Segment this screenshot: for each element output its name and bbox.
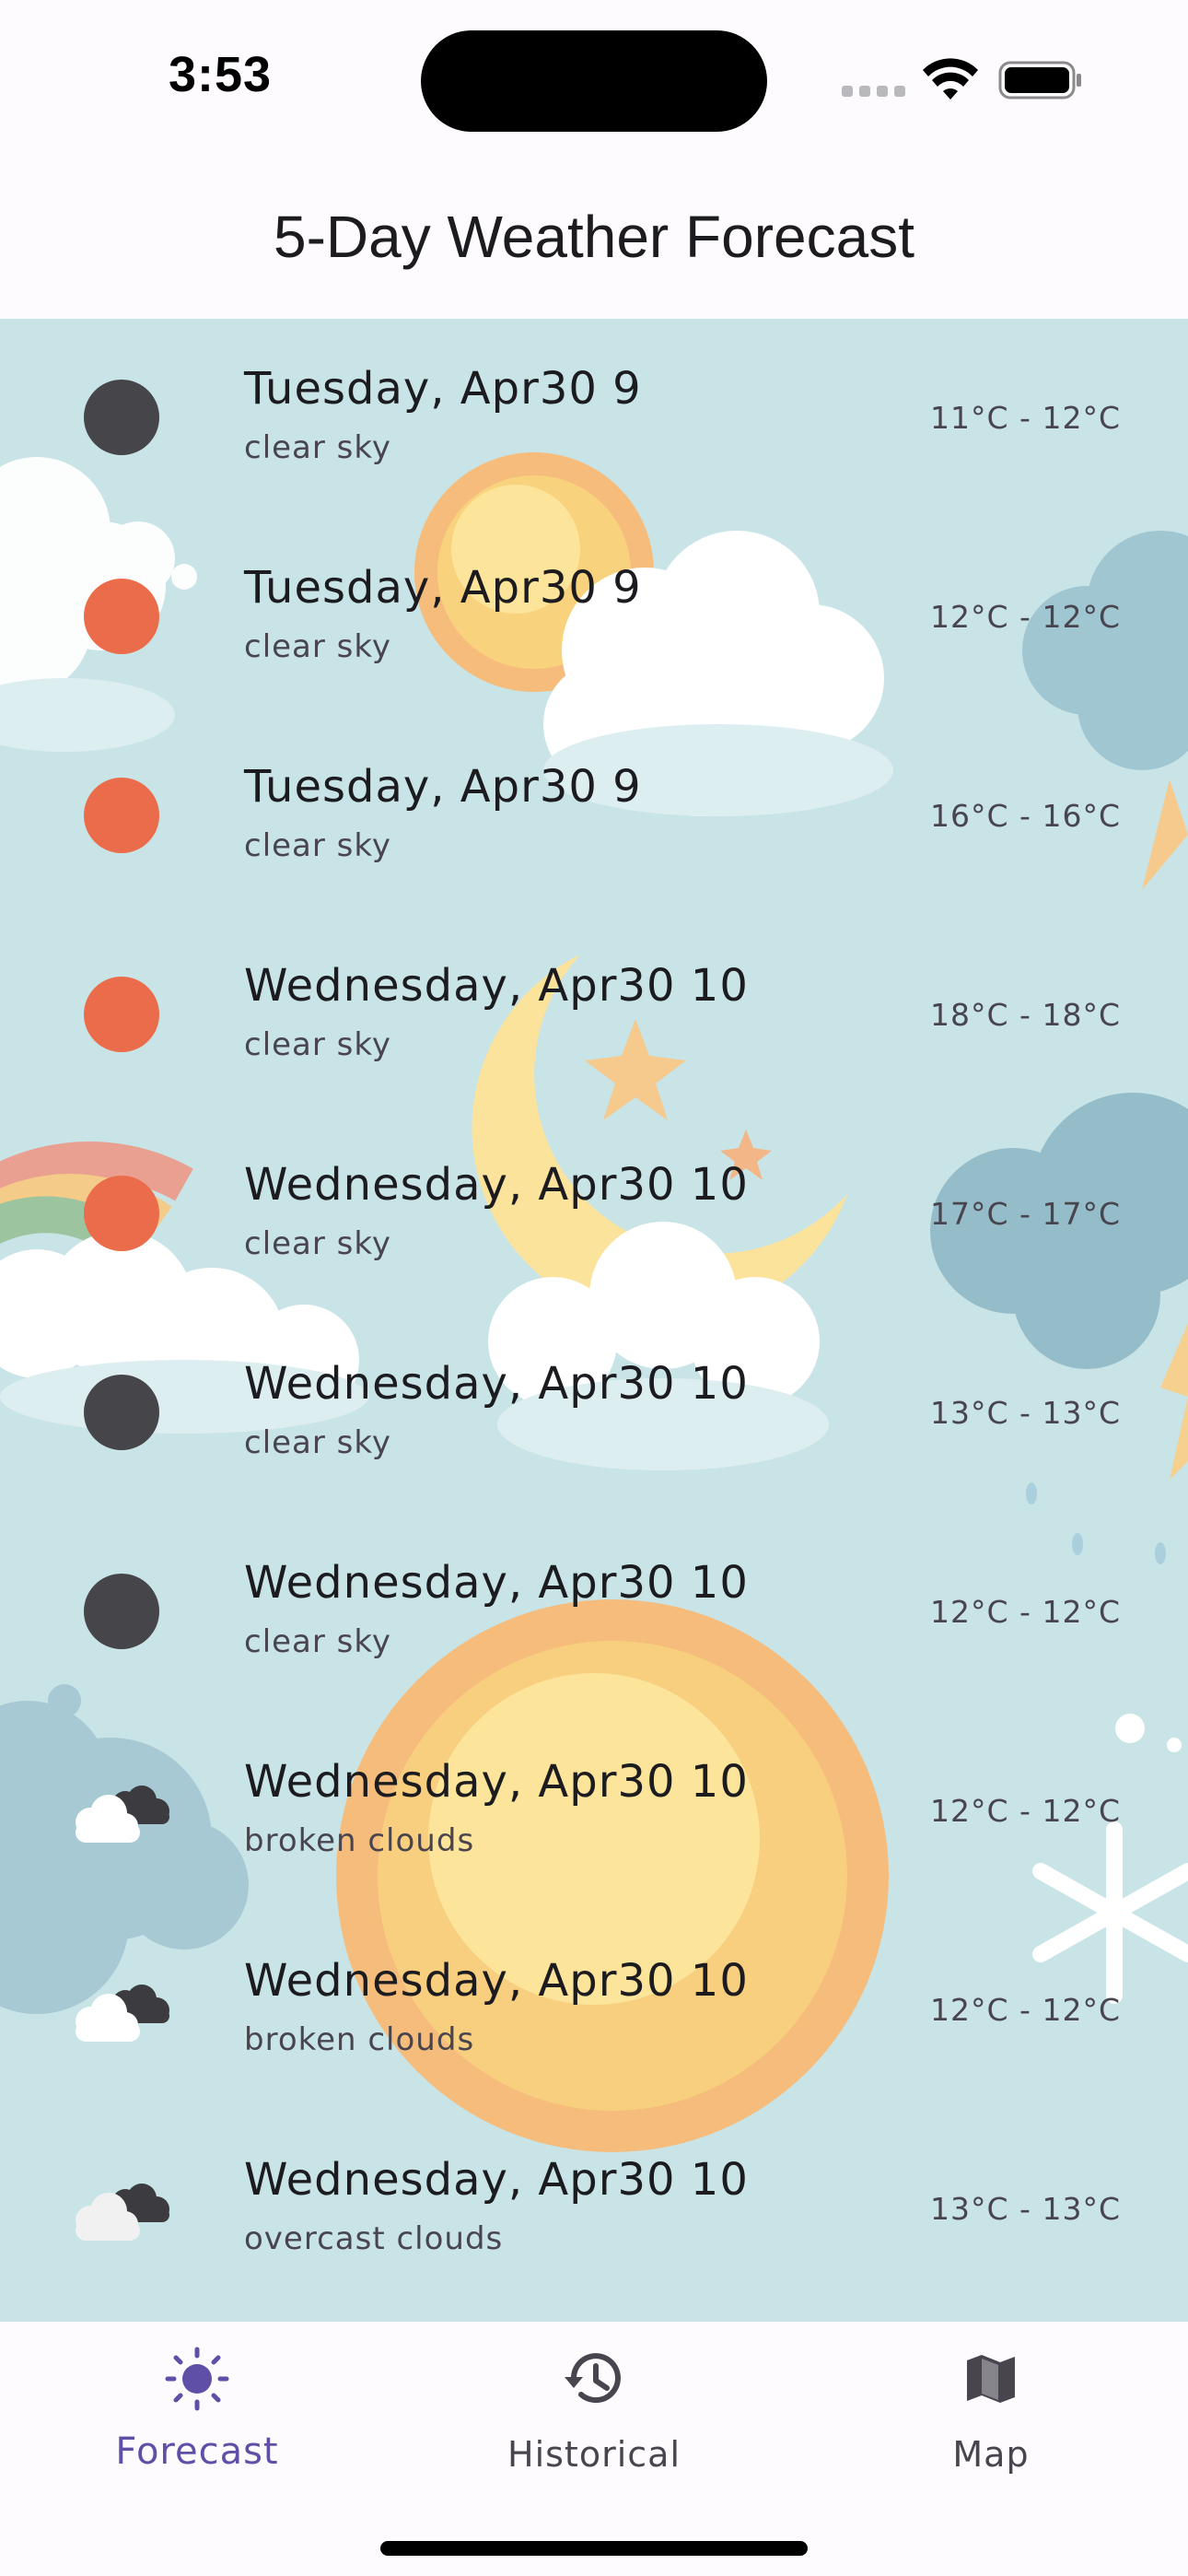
- forecast-description: clear sky: [244, 628, 391, 665]
- forecast-temperature: 12°C - 12°C: [930, 1992, 1121, 2028]
- forecast-date: Wednesday, Apr30 10: [244, 2154, 749, 2206]
- forecast-list[interactable]: Tuesday, Apr30 9 clear sky 11°C - 12°C T…: [0, 319, 1188, 2322]
- forecast-row[interactable]: Wednesday, Apr30 10 broken clouds 12°C -…: [0, 1911, 1188, 2110]
- forecast-temperature: 12°C - 12°C: [930, 1793, 1121, 1829]
- nav-item-forecast[interactable]: Forecast: [59, 2322, 335, 2506]
- forecast-row[interactable]: Tuesday, Apr30 9 clear sky 11°C - 12°C: [0, 319, 1188, 518]
- nav-label-map: Map: [952, 2434, 1030, 2475]
- forecast-date: Wednesday, Apr30 10: [244, 1955, 749, 2007]
- bottom-navigation-bar: Forecast Historical Map: [0, 2322, 1188, 2576]
- forecast-temperature: 12°C - 12°C: [930, 1594, 1121, 1630]
- forecast-date: Tuesday, Apr30 9: [244, 562, 642, 614]
- broken-clouds-icon: [76, 1985, 169, 2042]
- forecast-row[interactable]: Wednesday, Apr30 10 clear sky 18°C - 18°…: [0, 916, 1188, 1115]
- forecast-row[interactable]: Wednesday, Apr30 10 clear sky 13°C - 13°…: [0, 1314, 1188, 1513]
- forecast-temperature: 18°C - 18°C: [930, 997, 1121, 1033]
- forecast-description: broken clouds: [244, 2021, 475, 2058]
- dynamic-island: [421, 30, 767, 132]
- orange-dot-icon: [84, 977, 159, 1052]
- sun-icon: [165, 2347, 229, 2411]
- forecast-date: Wednesday, Apr30 10: [244, 1756, 749, 1808]
- forecast-description: clear sky: [244, 1026, 391, 1063]
- forecast-temperature: 17°C - 17°C: [930, 1196, 1121, 1232]
- history-icon: [565, 2353, 621, 2404]
- forecast-row[interactable]: Wednesday, Apr30 10 overcast clouds 13°C…: [0, 2110, 1188, 2309]
- map-icon: [967, 2355, 1015, 2403]
- forecast-date: Wednesday, Apr30 10: [244, 1557, 749, 1609]
- nav-label-historical: Historical: [507, 2434, 681, 2475]
- forecast-date: Wednesday, Apr30 10: [244, 960, 749, 1012]
- forecast-temperature: 13°C - 13°C: [930, 1395, 1121, 1431]
- forecast-description: clear sky: [244, 429, 391, 466]
- wifi-icon: [923, 58, 978, 100]
- battery-icon: [998, 61, 1081, 100]
- forecast-row[interactable]: Wednesday, Apr30 10 clear sky 17°C - 17°…: [0, 1115, 1188, 1314]
- status-bar: 3:53: [0, 0, 1188, 166]
- forecast-temperature: 11°C - 12°C: [930, 400, 1121, 436]
- home-indicator[interactable]: [380, 2541, 808, 2556]
- forecast-description: broken clouds: [244, 1822, 475, 1859]
- dark-dot-icon: [84, 1574, 159, 1649]
- forecast-date: Tuesday, Apr30 9: [244, 363, 642, 415]
- forecast-date: Tuesday, Apr30 9: [244, 761, 642, 813]
- nav-item-historical[interactable]: Historical: [456, 2322, 732, 2506]
- forecast-description: clear sky: [244, 1623, 391, 1660]
- dark-dot-icon: [84, 1375, 159, 1450]
- forecast-description: clear sky: [244, 1424, 391, 1461]
- forecast-description: clear sky: [244, 827, 391, 864]
- forecast-row[interactable]: Tuesday, Apr30 9 clear sky 12°C - 12°C: [0, 518, 1188, 717]
- forecast-date: Wednesday, Apr30 10: [244, 1159, 749, 1211]
- forecast-temperature: 12°C - 12°C: [930, 599, 1121, 635]
- forecast-temperature: 13°C - 13°C: [930, 2191, 1121, 2227]
- forecast-row[interactable]: Wednesday, Apr30 10 clear sky 12°C - 12°…: [0, 1513, 1188, 1712]
- forecast-temperature: 16°C - 16°C: [930, 798, 1121, 834]
- nav-item-map[interactable]: Map: [853, 2322, 1129, 2506]
- orange-dot-icon: [84, 1176, 159, 1251]
- broken-clouds-icon: [76, 1786, 169, 1843]
- forecast-row[interactable]: Wednesday, Apr30 10 broken clouds 12°C -…: [0, 1712, 1188, 1911]
- forecast-description: clear sky: [244, 1225, 391, 1262]
- cellular-signal-icon: [842, 86, 906, 99]
- forecast-description: overcast clouds: [244, 2220, 504, 2257]
- page-title: 5-Day Weather Forecast: [274, 204, 914, 270]
- orange-dot-icon: [84, 778, 159, 853]
- forecast-date: Wednesday, Apr30 10: [244, 1358, 749, 1410]
- forecast-row[interactable]: Tuesday, Apr30 9 clear sky 16°C - 16°C: [0, 717, 1188, 916]
- dark-dot-icon: [84, 380, 159, 455]
- status-time: 3:53: [169, 47, 273, 102]
- nav-label-forecast: Forecast: [115, 2430, 279, 2473]
- orange-dot-icon: [84, 579, 159, 654]
- overcast-clouds-icon: [76, 2184, 169, 2241]
